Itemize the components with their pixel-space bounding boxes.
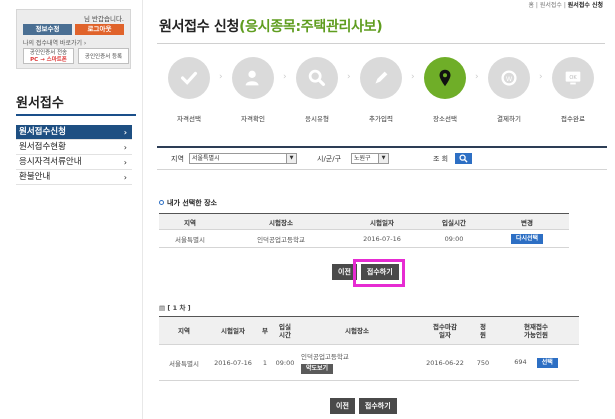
map-button[interactable]: 약도보기 — [301, 364, 334, 374]
page-title: 원서접수 신청(응시종목:주택관리사보) — [159, 19, 383, 35]
region-select[interactable]: 서울특별시 ▼ — [189, 153, 297, 164]
sidebar-menu: 원서접수신청 › 원서접수현황 › 응시자격서류안내 › 환불안내 › — [16, 125, 132, 185]
page-subtitle: (응시종목:주택관리사보) — [239, 19, 383, 35]
edit-info-button[interactable]: 정보수정 — [23, 24, 72, 35]
table-row: 서울특별시 인덕공업고등학교 2016-07-16 09:00 다시선택 — [159, 229, 569, 248]
cert-transfer-button[interactable]: 공인인증서 전송 PC → 스마트폰 — [23, 48, 74, 64]
sidebar-separator — [142, 0, 143, 419]
search-label: 조 회 — [433, 155, 449, 163]
district-select[interactable]: 노원구 ▼ — [351, 153, 389, 164]
step-qualification: 자격선택 — [159, 57, 219, 123]
coin-icon: W — [501, 70, 517, 86]
sidebar-item-refund[interactable]: 환불안내 › — [16, 170, 132, 185]
chevron-right-icon: › — [123, 143, 127, 152]
search-icon — [459, 154, 468, 163]
reselect-button[interactable]: 다시선택 — [510, 233, 544, 244]
selected-place-table: 지역 시험장소 시험일자 입실시간 변경 서울특별시 인덕공업고등학교 2016… — [159, 213, 569, 248]
breadcrumb-current: 원서접수 신청 — [567, 2, 603, 9]
step-complete: OK 접수완료 — [543, 57, 603, 123]
chevron-down-icon: ▼ — [286, 154, 296, 163]
selected-section-heading: 내가 선택한 장소 — [159, 198, 217, 208]
breadcrumb-parent[interactable]: 원서접수 — [540, 2, 562, 9]
svg-text:OK: OK — [569, 75, 577, 81]
search-button[interactable] — [455, 153, 472, 164]
cert-register-button[interactable]: 공인인증서 등록 — [78, 48, 129, 64]
nav-buttons-bottom: 이전 접수하기 — [330, 398, 397, 414]
prev-button-bottom[interactable]: 이전 — [330, 398, 355, 414]
chevron-right-icon: › — [123, 128, 127, 137]
submit-highlight-box — [353, 259, 405, 287]
exam-site-table: 지역 시험일자 부 입실 시간 시험장소 접수마감 일자 정 원 현재접수 가능… — [159, 316, 579, 381]
progress-steps: 자격선택 › 자격확인 › 응시유형 › 추가입력 › 장소선택 › W 결제하… — [157, 57, 607, 127]
svg-text:W: W — [506, 75, 513, 83]
sidebar-divider — [16, 114, 136, 116]
chevron-right-icon: › — [123, 173, 127, 182]
step-location: 장소선택 — [415, 57, 475, 123]
region-label: 지역 — [171, 155, 184, 163]
welcome-text: 님 반갑습니다. — [83, 15, 124, 23]
round-indicator: ▤ [ 1 차 ] — [159, 304, 191, 312]
login-box: 님 반갑습니다. 정보수정 로그아웃 나의 접수내역 바로가기 › 공인인증서 … — [16, 9, 131, 69]
sidebar-item-status[interactable]: 원서접수현황 › — [16, 140, 132, 155]
sidebar-item-apply[interactable]: 원서접수신청 › — [16, 125, 132, 140]
table-row: 서울특별시 2016-07-16 1 09:00 인덕공업고등학교 약도보기 20… — [159, 344, 579, 381]
step-type: 응시유형 — [287, 57, 347, 123]
title-divider — [157, 43, 605, 44]
breadcrumb: 홈 | 원서접수 | 원서접수 신청 — [528, 2, 603, 9]
bullet-icon — [159, 200, 164, 205]
step-payment: W 결제하기 — [479, 57, 539, 123]
filter-bar: 지역 서울특별시 ▼ 시/군/구 노원구 ▼ 조 회 — [157, 148, 607, 170]
list-icon: ▤ — [159, 304, 166, 312]
location-pin-icon — [439, 69, 451, 87]
district-label: 시/군/구 — [317, 155, 342, 163]
search-icon — [308, 69, 326, 87]
pencil-icon — [375, 71, 388, 84]
check-icon — [180, 71, 198, 85]
person-icon — [245, 70, 259, 86]
application-history-link[interactable]: 나의 접수내역 바로가기 › — [23, 38, 86, 47]
sidebar-item-documents[interactable]: 응시자격서류안내 › — [16, 155, 132, 170]
sidebar-title: 원서접수 — [16, 96, 64, 111]
select-button[interactable]: 선택 — [536, 357, 558, 368]
step-verify: 자격확인 — [223, 57, 283, 123]
logout-button[interactable]: 로그아웃 — [75, 24, 124, 35]
ok-monitor-icon: OK — [565, 71, 581, 85]
submit-button-bottom[interactable]: 접수하기 — [358, 398, 397, 414]
chevron-down-icon: ▼ — [378, 154, 388, 163]
chevron-right-icon: › — [123, 158, 127, 167]
step-extra-input: 추가입력 — [351, 57, 411, 123]
